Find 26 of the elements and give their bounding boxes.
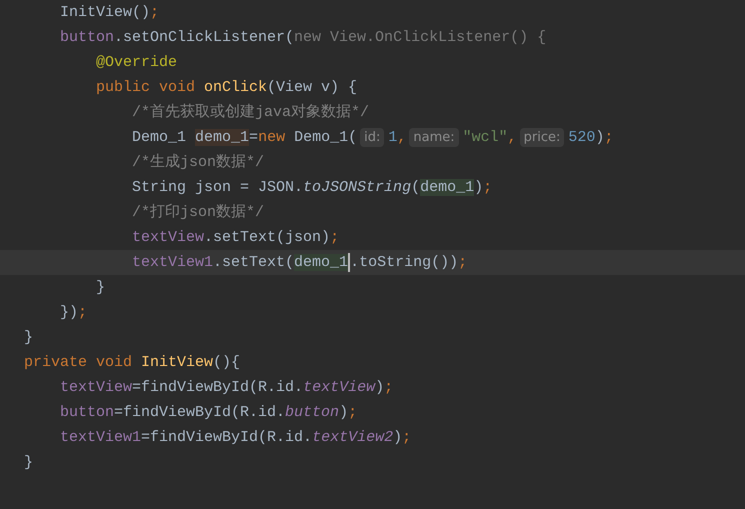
code-comment: /*首先获取或创建java对象数据*/ bbox=[131, 102, 370, 123]
code-text: @Override bbox=[95, 53, 178, 73]
parameter-hint: id: bbox=[360, 128, 384, 147]
parameter-hint: price: bbox=[520, 128, 564, 147]
code-text: } bbox=[24, 453, 34, 473]
code-text: }); bbox=[59, 303, 88, 323]
code-text: InitView(); bbox=[59, 3, 160, 23]
code-text: 520); bbox=[568, 128, 614, 148]
code-text: textView1.setText(demo_1 bbox=[131, 253, 348, 273]
code-text: 1, bbox=[388, 128, 406, 148]
parameter-hint: name: bbox=[409, 128, 459, 147]
code-text: Demo_1 demo_1=new Demo_1( bbox=[131, 128, 358, 148]
code-text: } bbox=[95, 278, 106, 298]
code-text: button=findViewById(R.id.button); bbox=[59, 403, 358, 423]
code-text: "wcl", bbox=[462, 128, 517, 148]
code-comment: /*生成json数据*/ bbox=[131, 152, 264, 173]
code-text: private void InitView(){ bbox=[24, 353, 240, 373]
code-text: .toString()); bbox=[350, 253, 468, 273]
code-text: textView1=findViewById(R.id.textView2); bbox=[59, 428, 412, 448]
code-text: } bbox=[24, 328, 34, 348]
code-text: String json = JSON.toJSONString(demo_1); bbox=[131, 178, 492, 198]
code-text: textView.setText(json); bbox=[131, 228, 340, 248]
code-text: textView=findViewById(R.id.textView); bbox=[59, 378, 394, 398]
code-comment: /*打印json数据*/ bbox=[131, 202, 264, 223]
code-text: public void onClick(View v) { bbox=[95, 78, 358, 98]
code-text: button.setOnClickListener(new View.OnClickListener() { bbox=[59, 28, 546, 48]
